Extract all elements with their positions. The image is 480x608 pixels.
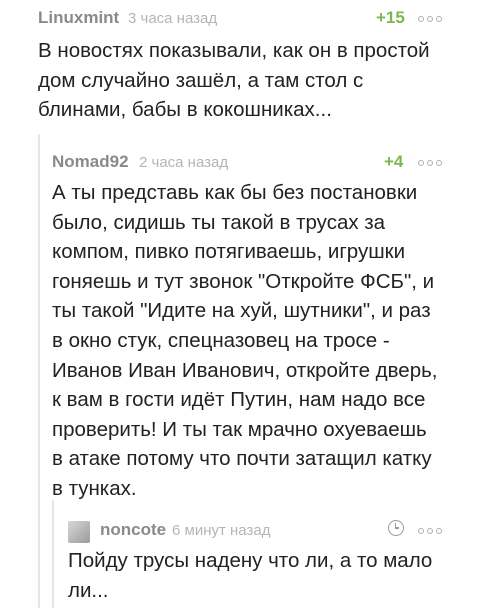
comment-author[interactable]: noncote: [100, 520, 166, 540]
thread-line: [52, 500, 54, 608]
comment: noncote 6 минут назад Пойду трусы надену…: [68, 520, 460, 605]
comment-time[interactable]: 6 минут назад: [172, 522, 270, 539]
comment-score: +4: [384, 152, 404, 171]
more-icon[interactable]: [418, 528, 442, 534]
comment-header: Nomad92 2 часа назад +4: [52, 152, 462, 174]
comment-text: Пойду трусы надену что ли, а то мало ли.…: [68, 549, 433, 602]
comment-header: noncote 6 минут назад: [68, 520, 460, 543]
comment-author[interactable]: Linuxmint: [38, 8, 119, 28]
comment-text: В новостях показывали, как он в простой …: [38, 39, 430, 122]
comment-text: А ты представь как бы без постановки был…: [52, 181, 438, 500]
avatar[interactable]: [68, 521, 90, 543]
comment-time[interactable]: 2 часа назад: [139, 154, 228, 171]
comment-score: +15: [376, 8, 405, 27]
clock-icon: [388, 520, 404, 536]
more-icon[interactable]: [418, 16, 442, 22]
comment-author[interactable]: Nomad92: [52, 152, 129, 172]
comment: Linuxmint 3 часа назад +15 В новостях по…: [38, 8, 458, 125]
more-icon[interactable]: [418, 160, 442, 166]
thread-line: [38, 134, 40, 608]
comment-time[interactable]: 3 часа назад: [128, 10, 217, 27]
comment: Nomad92 2 часа назад +4 А ты представь к…: [52, 152, 462, 504]
comment-header: Linuxmint 3 часа назад +15: [38, 8, 458, 30]
